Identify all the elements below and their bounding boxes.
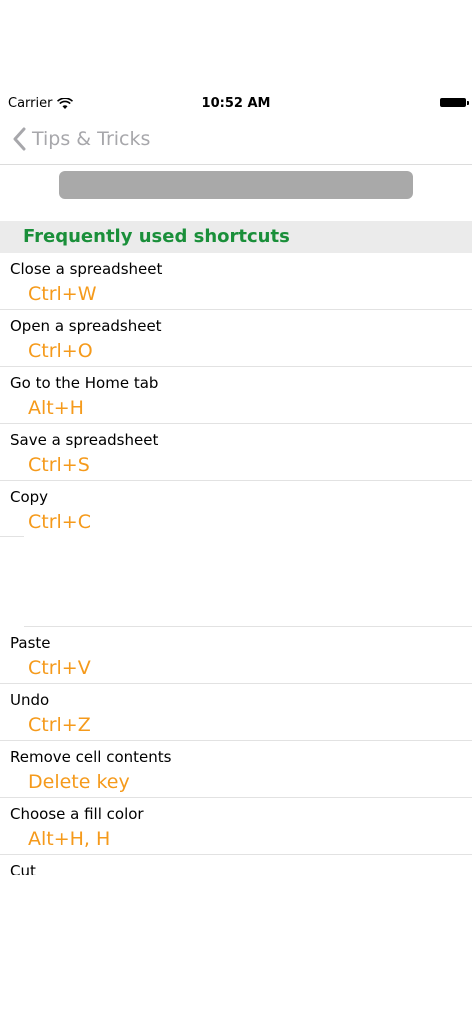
item-shortcut: Delete key [28,771,130,793]
item-label: Undo [10,691,50,709]
item-shortcut: Ctrl+S [28,454,90,476]
item-label: Copy [10,488,49,506]
empty-row [0,536,472,627]
list-item[interactable]: Choose a fill color Alt+H, H [0,798,472,855]
shortcut-list[interactable]: Close a spreadsheet Ctrl+W Open a spread… [0,253,472,875]
list-item[interactable]: Undo Ctrl+Z [0,684,472,741]
back-button[interactable]: Tips & Tricks [12,127,150,151]
status-time: 10:52 AM [201,96,271,111]
list-item[interactable]: Paste Ctrl+V [0,627,472,684]
item-shortcut: Alt+H, H [28,828,111,850]
list-item[interactable]: Save a spreadsheet Ctrl+S [0,424,472,481]
item-label: Save a spreadsheet [10,431,159,449]
item-label: Go to the Home tab [10,374,159,392]
item-shortcut: Ctrl+Z [28,714,91,736]
list-item[interactable]: Go to the Home tab Alt+H [0,367,472,424]
list-item[interactable]: Close a spreadsheet Ctrl+W [0,253,472,310]
item-label: Remove cell contents [10,748,172,766]
status-bar: Carrier 10:52 AM [0,92,472,116]
item-label: Paste [10,634,51,652]
item-shortcut: Ctrl+C [28,511,91,533]
section-header: Frequently used shortcuts [0,221,472,253]
item-label: Open a spreadsheet [10,317,162,335]
section-title: Frequently used shortcuts [23,226,290,247]
item-label: Choose a fill color [10,805,144,823]
list-item[interactable]: Copy Ctrl+C [0,481,472,537]
row-separator [0,536,24,537]
item-shortcut: Ctrl+O [28,340,93,362]
item-label: Close a spreadsheet [10,260,163,278]
navigation-bar: Tips & Tricks [0,118,472,165]
list-item[interactable]: Open a spreadsheet Ctrl+O [0,310,472,367]
chevron-left-icon [13,127,26,151]
item-label: Cut [10,862,36,875]
list-item[interactable]: Remove cell contents Delete key [0,741,472,798]
list-item[interactable]: Cut [0,855,472,875]
back-label: Tips & Tricks [32,128,151,150]
loading-placeholder-bar [59,171,413,199]
item-shortcut: Alt+H [28,397,84,419]
item-shortcut: Ctrl+W [28,283,97,305]
item-shortcut: Ctrl+V [28,657,91,679]
battery-icon [440,98,469,107]
